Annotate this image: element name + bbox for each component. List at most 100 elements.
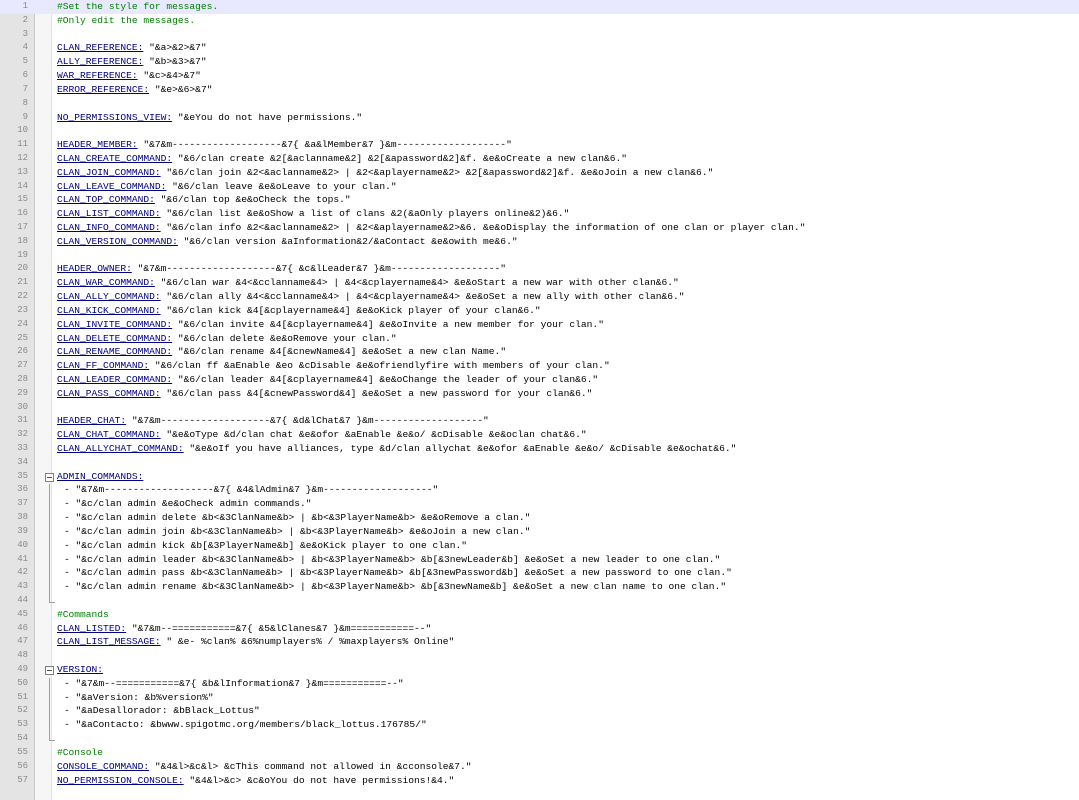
code-editor[interactable]: 1 #Set the style for messages. 2 #Only edit… [0, 0, 1079, 800]
code-line[interactable]: 50 - "&7&m--===========&7{ &b&lInformatio… [0, 677, 1079, 691]
code-line[interactable]: 41 - "&c/clan admin leader &b<&3ClanName&… [0, 553, 1079, 567]
code-line[interactable]: 56 CONSOLE_COMMAND: "&4&l>&c&l> &cThis co… [0, 760, 1079, 774]
line-text: - "&aDesallorador: &bBlack_Lottus" [64, 704, 260, 718]
code-line[interactable]: 24 CLAN_INVITE_COMMAND: "&6/clan invite &… [0, 318, 1079, 332]
code-line[interactable]: 40 - "&c/clan admin kick &b[&3PlayerName&… [0, 539, 1079, 553]
code-line[interactable]: 9 NO_PERMISSIONS_VIEW: "&eYou do not have… [0, 111, 1079, 125]
code-line[interactable]: 39 - "&c/clan admin join &b<&3ClanName&b>… [0, 525, 1079, 539]
code-line[interactable]: 36 - "&7&m-------------------&7{ &4&lAdmi… [0, 483, 1079, 497]
yaml-value: "&6/clan version &aInformation&2/&aConta… [177, 235, 518, 247]
code-line[interactable]: 17 CLAN_INFO_COMMAND: "&6/clan info &2<&a… [0, 221, 1079, 235]
line-number: 5 [22, 56, 28, 67]
code-line[interactable]: 27 CLAN_FF_COMMAND: "&6/clan ff &aEnable … [0, 359, 1079, 373]
code-line[interactable]: 19 [0, 249, 1079, 263]
line-number: 56 [17, 760, 28, 771]
code-line[interactable]: 57 NO_PERMISSION_CONSOLE: "&4&l>&c> &c&oY… [0, 774, 1079, 788]
code-line[interactable]: 16 CLAN_LIST_COMMAND: "&6/clan list &e&oS… [0, 207, 1079, 221]
code-line[interactable]: 49 VERSION: [0, 663, 1079, 677]
line-text: - "&7&m-------------------&7{ &4&lAdmin&… [64, 483, 438, 497]
yaml-key: ADMIN_COMMANDS: [57, 470, 144, 482]
list-item-text: - "&7&m-------------------&7{ &4&lAdmin&… [64, 484, 439, 496]
yaml-key: NO_PERMISSION_CONSOLE: [57, 774, 184, 786]
code-line[interactable]: 10 [0, 124, 1079, 138]
code-line[interactable]: 23 CLAN_KICK_COMMAND: "&6/clan kick &4[&c… [0, 304, 1079, 318]
code-line[interactable]: 7 ERROR_REFERENCE: "&e>&6>&7" [0, 83, 1079, 97]
code-line[interactable]: 4 CLAN_REFERENCE: "&a>&2>&7" [0, 41, 1079, 55]
code-line[interactable]: 11 HEADER_MEMBER: "&7&m------------------… [0, 138, 1079, 152]
line-number: 25 [17, 332, 28, 343]
code-line[interactable]: 13 CLAN_JOIN_COMMAND: "&6/clan join &2<&a… [0, 166, 1079, 180]
comment-text: #Set the style for messages. [57, 1, 219, 12]
code-line[interactable]: 53 - "&aContacto: &bwww.spigotmc.org/memb… [0, 718, 1079, 732]
code-line[interactable]: 42 - "&c/clan admin pass &b<&3ClanName&b>… [0, 566, 1079, 580]
code-line[interactable]: 31 HEADER_CHAT: "&7&m-------------------&… [0, 414, 1079, 428]
list-item-text: - "&aContacto: &bwww.spigotmc.org/member… [64, 719, 427, 731]
yaml-value: "&a>&2>&7" [143, 42, 207, 54]
list-item-text: - "&c/clan admin pass &b<&3ClanName&b> |… [64, 567, 732, 579]
code-lines[interactable]: 1 #Set the style for messages. 2 #Only edit… [0, 0, 1079, 787]
code-line[interactable]: 45 #Commands [0, 608, 1079, 622]
code-line[interactable]: 22 CLAN_ALLY_COMMAND: "&6/clan ally &4<&c… [0, 290, 1079, 304]
code-line[interactable]: 8 [0, 97, 1079, 111]
code-line[interactable]: 44 [0, 594, 1079, 608]
line-text: CLAN_FF_COMMAND: "&6/clan ff &aEnable &e… [57, 359, 610, 373]
line-text: CLAN_INVITE_COMMAND: "&6/clan invite &4[… [57, 318, 604, 332]
code-line[interactable]: 55 #Console [0, 746, 1079, 760]
code-line[interactable]: 34 [0, 456, 1079, 470]
code-line[interactable]: 30 [0, 401, 1079, 415]
fold-toggle-icon[interactable] [45, 666, 54, 675]
yaml-value: "&6/clan info &2<&aclanname&2> | &2<&apl… [160, 222, 806, 233]
code-line[interactable]: 29 CLAN_PASS_COMMAND: "&6/clan pass &4[&c… [0, 387, 1079, 401]
line-text: WAR_REFERENCE: "&c>&4>&7" [57, 69, 201, 83]
code-line[interactable]: 3 [0, 28, 1079, 42]
line-number: 37 [17, 498, 28, 509]
line-number: 43 [17, 581, 28, 592]
code-line[interactable]: 2 #Only edit the messages. [0, 14, 1079, 28]
code-line[interactable]: 54 [0, 732, 1079, 746]
line-number: 44 [17, 594, 28, 605]
code-line[interactable]: 5 ALLY_REFERENCE: "&b>&3>&7" [0, 55, 1079, 69]
code-line[interactable]: 6 WAR_REFERENCE: "&c>&4>&7" [0, 69, 1079, 83]
line-number: 10 [17, 125, 28, 136]
code-line[interactable]: 14 CLAN_LEAVE_COMMAND: "&6/clan leave &e&… [0, 180, 1079, 194]
code-line[interactable]: 35 ADMIN_COMMANDS: [0, 470, 1079, 484]
code-line[interactable]: 25 CLAN_DELETE_COMMAND: "&6/clan delete &… [0, 332, 1079, 346]
code-line[interactable]: 38 - "&c/clan admin delete &b<&3ClanName&… [0, 511, 1079, 525]
code-line[interactable]: 20 HEADER_OWNER: "&7&m-------------------… [0, 262, 1079, 276]
line-number: 28 [17, 373, 28, 384]
line-number: 53 [17, 719, 28, 730]
line-text: ALLY_REFERENCE: "&b>&3>&7" [57, 55, 207, 69]
line-number: 48 [17, 650, 28, 661]
code-line[interactable]: 43 - "&c/clan admin rename &b<&3ClanName&… [0, 580, 1079, 594]
code-line[interactable]: 18 CLAN_VERSION_COMMAND: "&6/clan version… [0, 235, 1079, 249]
yaml-value: "&6/clan rename &4[&cnewName&4] &e&oSet … [172, 346, 507, 358]
line-number: 33 [17, 443, 28, 453]
line-number: 46 [17, 622, 28, 633]
code-line[interactable]: 21 CLAN_WAR_COMMAND: "&6/clan war &4<&ccl… [0, 276, 1079, 290]
line-number: 41 [17, 553, 28, 564]
yaml-value: "&6/clan war &4<&cclanname&4> | &4<&cpla… [154, 277, 679, 289]
code-line[interactable]: 52 - "&aDesallorador: &bBlack_Lottus" [0, 704, 1079, 718]
line-number: 6 [22, 70, 28, 81]
code-line[interactable]: 48 [0, 649, 1079, 663]
code-line[interactable]: 1 #Set the style for messages. [0, 0, 1079, 14]
line-number: 39 [17, 525, 28, 536]
code-line[interactable]: 46 CLAN_LISTED: "&7&m--===========&7{ &5&… [0, 622, 1079, 636]
line-text: HEADER_MEMBER: "&7&m-------------------&… [57, 138, 512, 152]
yaml-key: CLAN_LIST_COMMAND: [57, 208, 161, 220]
code-line[interactable]: 32 CLAN_CHAT_COMMAND: "&e&oType &d/clan c… [0, 428, 1079, 442]
yaml-key: CONSOLE_COMMAND: [57, 760, 150, 772]
line-number: 21 [17, 277, 28, 288]
yaml-value: "&e&oIf you have alliances, type &d/clan… [183, 443, 737, 454]
code-line[interactable]: 28 CLAN_LEADER_COMMAND: "&6/clan leader &… [0, 373, 1079, 387]
code-line[interactable]: 47 CLAN_LIST_MESSAGE: " &e- %clan% &6%num… [0, 635, 1079, 649]
code-line[interactable]: 12 CLAN_CREATE_COMMAND: "&6/clan create &… [0, 152, 1079, 166]
code-line[interactable]: 26 CLAN_RENAME_COMMAND: "&6/clan rename &… [0, 345, 1079, 359]
line-number: 2 [22, 14, 28, 25]
code-line[interactable]: 51 - "&aVersion: &b%version%" [0, 691, 1079, 705]
code-line[interactable]: 33 CLAN_ALLYCHAT_COMMAND: "&e&oIf you hav… [0, 442, 1079, 456]
list-item-text: - "&c/clan admin kick &b[&3PlayerName&b]… [64, 539, 468, 551]
code-line[interactable]: 15 CLAN_TOP_COMMAND: "&6/clan top &e&oChe… [0, 193, 1079, 207]
fold-toggle-icon[interactable] [45, 472, 54, 482]
code-line[interactable]: 37 - "&c/clan admin &e&oCheck admin comma… [0, 497, 1079, 511]
